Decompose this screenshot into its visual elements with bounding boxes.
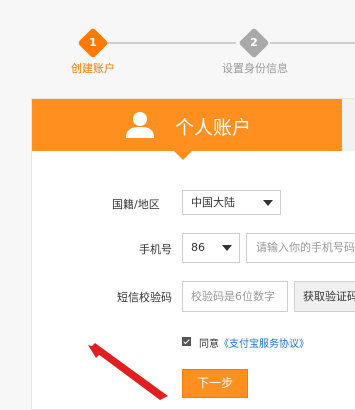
annotation-arrow-icon [88, 343, 168, 400]
